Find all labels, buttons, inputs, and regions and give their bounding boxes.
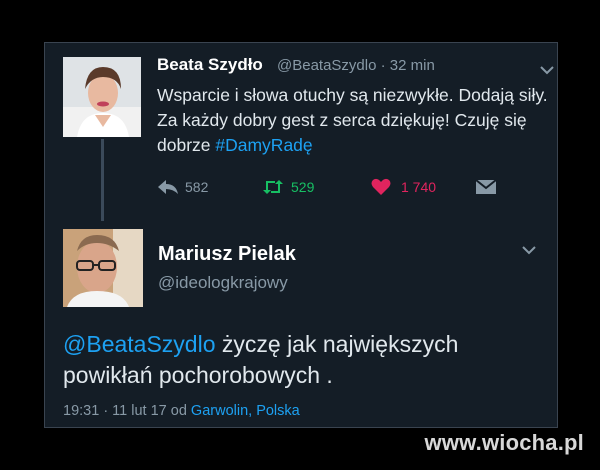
tweet1-hashtag-link[interactable]: #DamyRadę	[215, 135, 312, 155]
tweet2-text: @BeataSzydlo życzę jak największych powi…	[63, 329, 543, 391]
reply-icon	[158, 180, 178, 194]
tweet2-author-name[interactable]: Mariusz Pielak	[158, 243, 296, 266]
tweet2-metadata: 19:31 · 11 lut 17 od Garwolin, Polska	[63, 403, 300, 419]
tweet1-author-handle[interactable]: @BeataSzydlo · 32 min	[277, 57, 435, 74]
tweet2-more-chevron-down-icon[interactable]	[521, 245, 537, 255]
retweet-count: 529	[291, 179, 315, 195]
tweet2-author-handle[interactable]: @ideologkrajowy	[158, 273, 288, 293]
reply-count: 582	[185, 179, 209, 195]
retweet-button[interactable]: 529	[261, 177, 314, 197]
tweet1-text: Wsparcie i słowa otuchy są niezwykłe. Do…	[157, 83, 552, 158]
tweet1-author-name[interactable]: Beata Szydło	[157, 55, 263, 75]
tweet1-handle-text: @BeataSzydlo	[277, 57, 377, 74]
tweet2-timestamp: 19:31 · 11 lut 17 od	[63, 403, 191, 419]
direct-message-button[interactable]	[475, 177, 497, 197]
reply-button[interactable]: 582	[157, 177, 208, 197]
conversation-thread-line	[101, 139, 104, 221]
tweet1-more-chevron-down-icon[interactable]	[539, 65, 555, 75]
tweet2-mention-link[interactable]: @BeataSzydlo	[63, 331, 216, 357]
like-button[interactable]: 1 740	[371, 177, 436, 197]
like-count: 1 740	[401, 179, 437, 195]
retweet-icon	[263, 180, 283, 194]
avatar-beata-szydlo[interactable]	[63, 57, 141, 137]
heart-icon	[371, 178, 391, 195]
twitter-screenshot-frame: Beata Szydło @BeataSzydlo · 32 min Wspar…	[44, 42, 558, 428]
avatar-mariusz-pielak[interactable]	[63, 229, 143, 307]
tweet1-time: · 32 min	[380, 57, 435, 74]
direct-message-icon	[475, 179, 497, 194]
tweet2-location-link[interactable]: Garwolin, Polska	[191, 403, 300, 419]
site-watermark: www.wiocha.pl	[424, 430, 584, 455]
tweet1-action-bar: 582 529 1 740	[157, 177, 517, 197]
